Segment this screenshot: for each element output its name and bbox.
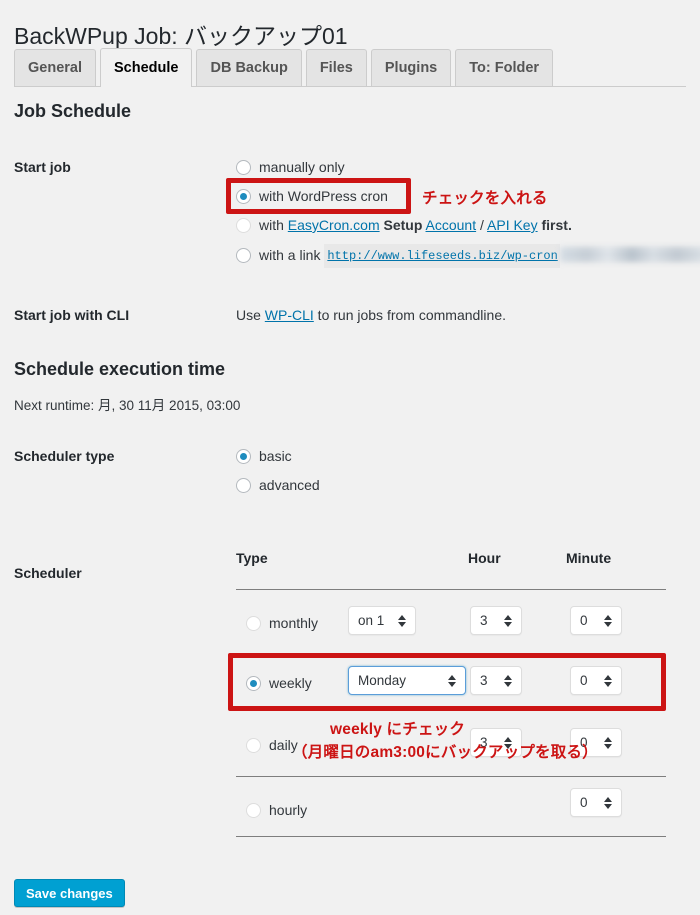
- easycron-separator: /: [480, 217, 484, 233]
- table-divider-top: [236, 589, 666, 590]
- radio-scheduler-basic[interactable]: basic: [236, 446, 292, 466]
- chevron-updown-icon: [504, 674, 513, 688]
- radio-label-advanced: advanced: [259, 477, 320, 493]
- radio-scheduler-advanced[interactable]: advanced: [236, 475, 320, 495]
- radio-icon-easycron[interactable]: [236, 218, 251, 233]
- chevron-updown-icon: [604, 796, 613, 810]
- easycron-prefix: with: [259, 217, 288, 233]
- radio-label-basic: basic: [259, 448, 292, 464]
- annotation-text-weekly-line2: （月曜日のam3:00にバックアップを取る）: [292, 744, 598, 761]
- chevron-updown-icon: [604, 736, 613, 750]
- radio-manually-only[interactable]: manually only: [236, 157, 345, 177]
- select-weekly-minute[interactable]: 0: [570, 666, 622, 695]
- select-weekly-day[interactable]: Monday: [348, 666, 466, 695]
- radio-icon-with-link[interactable]: [236, 248, 251, 263]
- radio-with-a-link[interactable]: with a link http://www.lifeseeds.biz/wp-…: [236, 244, 700, 268]
- select-weekly-minute-value: 0: [580, 673, 588, 688]
- select-weekly-hour-value: 3: [480, 673, 488, 688]
- radio-hourly[interactable]: hourly: [246, 800, 307, 820]
- tab-schedule[interactable]: Schedule: [100, 48, 193, 87]
- cli-text-after: to run jobs from commandline.: [313, 307, 506, 323]
- select-weekly-day-value: Monday: [358, 673, 407, 688]
- row-label-hourly: hourly: [269, 802, 308, 818]
- redacted-url-blur: [559, 247, 700, 262]
- annotation-text-wp-cron: チェックを入れる: [422, 190, 548, 207]
- radio-with-easycron[interactable]: with EasyCron.com Setup Account / API Ke…: [236, 215, 572, 235]
- page-title: BackWPup Job: バックアップ01: [14, 23, 348, 50]
- job-schedule-heading: Job Schedule: [14, 101, 132, 121]
- select-monthly-minute-value: 0: [580, 613, 588, 628]
- table-row-monthly[interactable]: monthly on 1 3 0: [236, 593, 666, 653]
- tab-files[interactable]: Files: [305, 49, 367, 86]
- cron-url-link[interactable]: http://www.lifeseeds.biz/wp-cron: [324, 244, 560, 268]
- annotation-text-weekly-line1: weekly にチェック: [330, 721, 466, 738]
- scheduler-table-header: Type Hour Minute: [236, 550, 666, 578]
- start-job-cli-label: Start job with CLI: [14, 307, 130, 323]
- tab-general[interactable]: General: [14, 49, 96, 86]
- column-header-minute: Minute: [566, 550, 612, 566]
- chevron-updown-icon: [398, 614, 407, 628]
- tab-bar: General Schedule DB Backup Files Plugins…: [14, 48, 686, 87]
- radio-icon-wp-cron[interactable]: [236, 189, 251, 204]
- start-job-cli-description: Use WP-CLI to run jobs from commandline.: [236, 307, 506, 323]
- radio-monthly[interactable]: monthly: [246, 613, 318, 633]
- tab-db-backup[interactable]: DB Backup: [196, 49, 302, 86]
- table-row-weekly[interactable]: weekly Monday 3 0: [236, 653, 666, 713]
- radio-icon-basic[interactable]: [236, 449, 251, 464]
- radio-label-wp-cron: with WordPress cron: [259, 188, 388, 204]
- select-monthly-minute[interactable]: 0: [570, 606, 622, 635]
- scheduler-label: Scheduler: [14, 565, 82, 581]
- select-hourly-minute-value: 0: [580, 795, 588, 810]
- select-monthly-day[interactable]: on 1: [348, 606, 416, 635]
- table-row-hourly[interactable]: hourly 0: [236, 780, 666, 840]
- radio-daily[interactable]: daily: [246, 735, 298, 755]
- radio-icon-monthly[interactable]: [246, 616, 261, 631]
- table-divider-bottom: [236, 836, 666, 837]
- tab-to-folder[interactable]: To: Folder: [455, 49, 554, 86]
- chevron-updown-icon: [604, 614, 613, 628]
- easycron-account-link[interactable]: Account: [426, 217, 477, 233]
- chevron-updown-icon: [504, 614, 513, 628]
- easycron-link[interactable]: EasyCron.com: [288, 217, 380, 233]
- scheduler-type-label: Scheduler type: [14, 448, 115, 464]
- radio-icon-weekly[interactable]: [246, 676, 261, 691]
- radio-icon-daily[interactable]: [246, 738, 261, 753]
- column-header-type: Type: [236, 550, 268, 566]
- easycron-suffix: first.: [541, 217, 572, 233]
- radio-icon-advanced[interactable]: [236, 478, 251, 493]
- wp-cli-link[interactable]: WP-CLI: [265, 307, 314, 323]
- radio-icon-hourly[interactable]: [246, 803, 261, 818]
- start-job-label: Start job: [14, 159, 71, 175]
- radio-label-manually: manually only: [259, 159, 345, 175]
- save-changes-button[interactable]: Save changes: [14, 879, 125, 907]
- select-monthly-day-value: on 1: [358, 613, 385, 628]
- chevron-updown-icon: [448, 674, 457, 688]
- radio-icon-manually[interactable]: [236, 160, 251, 175]
- radio-with-wordpress-cron[interactable]: with WordPress cron: [236, 186, 388, 206]
- radio-weekly[interactable]: weekly: [246, 673, 312, 693]
- tab-plugins[interactable]: Plugins: [370, 49, 452, 86]
- select-monthly-hour[interactable]: 3: [470, 606, 522, 635]
- execution-time-heading: Schedule execution time: [14, 359, 226, 379]
- select-hourly-minute[interactable]: 0: [570, 788, 622, 817]
- chevron-updown-icon: [604, 674, 613, 688]
- row-label-weekly: weekly: [269, 675, 312, 691]
- cli-text-before: Use: [236, 307, 265, 323]
- easycron-apikey-link[interactable]: API Key: [487, 217, 538, 233]
- with-a-link-label: with a link: [259, 247, 321, 263]
- select-weekly-hour[interactable]: 3: [470, 666, 522, 695]
- column-header-hour: Hour: [468, 550, 501, 566]
- table-divider-hourly-top: [236, 776, 666, 777]
- row-label-monthly: monthly: [269, 615, 319, 631]
- select-monthly-hour-value: 3: [480, 613, 488, 628]
- next-runtime-text: Next runtime: 月, 30 11月 2015, 03:00: [14, 398, 241, 413]
- easycron-setup-text: Setup: [383, 217, 423, 233]
- scheduler-table: Type Hour Minute: [236, 550, 666, 578]
